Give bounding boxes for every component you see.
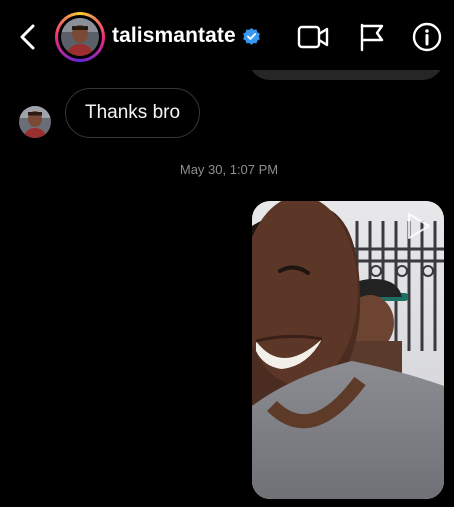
report-button[interactable] [356,22,388,52]
video-thumbnail [252,201,444,499]
message-text: Thanks bro [85,102,181,123]
header-title[interactable]: talismantate [112,24,261,48]
avatar-photo [61,18,99,56]
chat-header: talismantate [0,0,454,70]
message-timestamp: May 30, 1:07 PM [179,162,279,177]
back-button[interactable] [14,22,42,52]
play-icon [408,213,430,239]
video-call-button[interactable] [297,22,329,52]
sender-avatar[interactable] [19,106,51,138]
verified-badge-icon [242,27,260,45]
info-icon [412,22,442,52]
info-button[interactable] [411,21,443,53]
message-bubble[interactable]: Thanks bro [65,88,201,138]
chevron-left-icon [20,24,35,50]
profile-avatar[interactable] [55,12,105,62]
username: talismantate [112,24,236,47]
shared-video[interactable] [252,201,444,499]
flag-icon [360,23,384,52]
video-camera-icon [297,25,329,49]
